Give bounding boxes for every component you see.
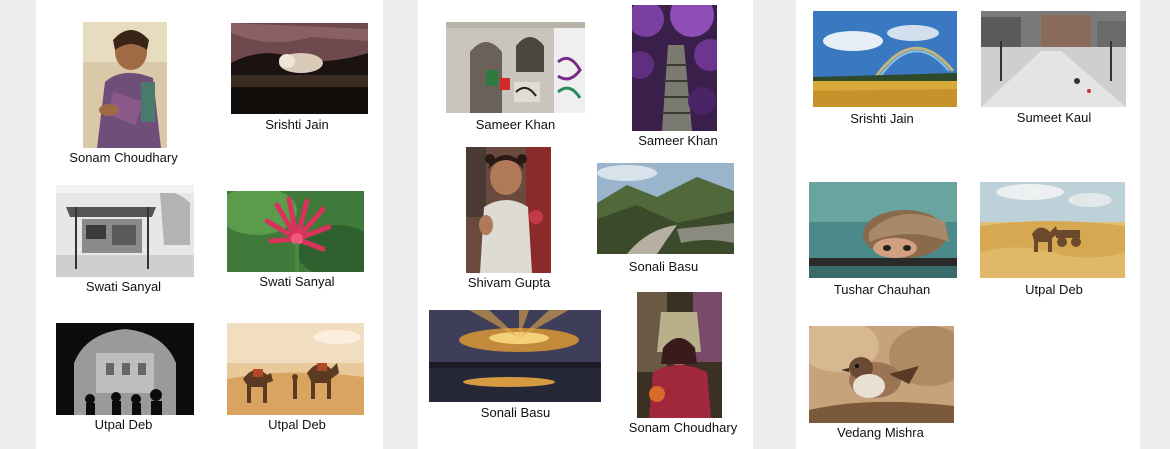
photo-card[interactable]: Srishti Jain bbox=[796, 0, 968, 140]
sparrow-icon[interactable] bbox=[809, 326, 954, 423]
photo-card[interactable]: Sameer Khan bbox=[613, 0, 753, 150]
photo-card[interactable]: Shivam Gupta bbox=[418, 140, 600, 300]
snowy-street-icon[interactable] bbox=[981, 11, 1126, 107]
photo-card[interactable]: Sumeet Kaul bbox=[968, 0, 1140, 140]
photo-caption: Swati Sanyal bbox=[85, 279, 162, 294]
photo-caption: Sonam Choudhary bbox=[69, 150, 178, 165]
gallery-panel-2: Sameer Khan Sameer Khan Shivam Gupta Son… bbox=[418, 0, 753, 449]
photo-caption: Sonali Basu bbox=[628, 259, 699, 274]
camel-desert-icon[interactable] bbox=[227, 323, 364, 415]
woman-portrait-icon[interactable] bbox=[637, 292, 722, 418]
camel-cart-desert-icon[interactable] bbox=[980, 182, 1125, 278]
sunset-lake-icon[interactable] bbox=[429, 310, 601, 402]
mountain-valley-icon[interactable] bbox=[597, 163, 734, 254]
photo-card[interactable]: Srishti Jain bbox=[211, 0, 383, 170]
photo-caption: Utpal Deb bbox=[268, 417, 326, 432]
arch-silhouette-icon[interactable] bbox=[56, 323, 194, 415]
photo-caption: Sonali Basu bbox=[480, 405, 551, 420]
photo-caption: Sameer Khan bbox=[638, 133, 718, 148]
child-portrait-icon[interactable] bbox=[83, 22, 167, 148]
photo-card[interactable]: Utpal Deb bbox=[36, 310, 211, 449]
gallery-panel-1: Sonam Choudhary Srishti Jain Swati Sanya… bbox=[36, 0, 383, 449]
peeking-eyes-icon[interactable] bbox=[809, 182, 957, 278]
photo-card[interactable]: Sonali Basu bbox=[597, 150, 753, 280]
graffiti-door-icon[interactable] bbox=[446, 22, 585, 113]
purple-forest-stairs-icon[interactable] bbox=[632, 5, 717, 131]
photo-card[interactable]: Sonam Choudhary bbox=[36, 0, 211, 170]
photo-caption: Tushar Chauhan bbox=[833, 282, 931, 297]
photo-caption: Srishti Jain bbox=[265, 117, 329, 132]
photo-card[interactable]: Utpal Deb bbox=[968, 170, 1140, 305]
rainbow-field-icon[interactable] bbox=[813, 11, 957, 107]
girl-portrait-icon[interactable] bbox=[466, 147, 551, 273]
photo-card[interactable]: Sonali Basu bbox=[418, 300, 613, 449]
street-stall-icon[interactable] bbox=[56, 185, 194, 277]
photo-card[interactable]: Utpal Deb bbox=[211, 310, 383, 449]
gallery-panel-3: Srishti Jain Sumeet Kaul Tushar Chauhan … bbox=[796, 0, 1140, 449]
photo-card[interactable]: Sameer Khan bbox=[418, 0, 613, 140]
photo-caption: Sonam Choudhary bbox=[628, 420, 738, 435]
photo-caption: Srishti Jain bbox=[850, 111, 914, 126]
photo-card[interactable]: Sonam Choudhary bbox=[613, 280, 753, 449]
photo-card[interactable]: Swati Sanyal bbox=[36, 170, 211, 310]
photo-caption: Sumeet Kaul bbox=[1016, 110, 1092, 125]
photo-caption: Swati Sanyal bbox=[259, 274, 335, 289]
sleeping-dog-icon[interactable] bbox=[231, 23, 368, 114]
photo-card[interactable]: Vedang Mishra bbox=[796, 305, 968, 449]
photo-caption: Sameer Khan bbox=[475, 117, 556, 132]
photo-caption: Vedang Mishra bbox=[837, 425, 924, 440]
photo-card[interactable]: Swati Sanyal bbox=[211, 170, 383, 310]
photo-card[interactable]: Tushar Chauhan bbox=[796, 170, 968, 305]
photo-caption: Utpal Deb bbox=[1025, 282, 1083, 297]
photo-caption: Shivam Gupta bbox=[467, 275, 551, 290]
photo-caption: Utpal Deb bbox=[94, 417, 153, 432]
red-flower-icon[interactable] bbox=[227, 191, 364, 272]
